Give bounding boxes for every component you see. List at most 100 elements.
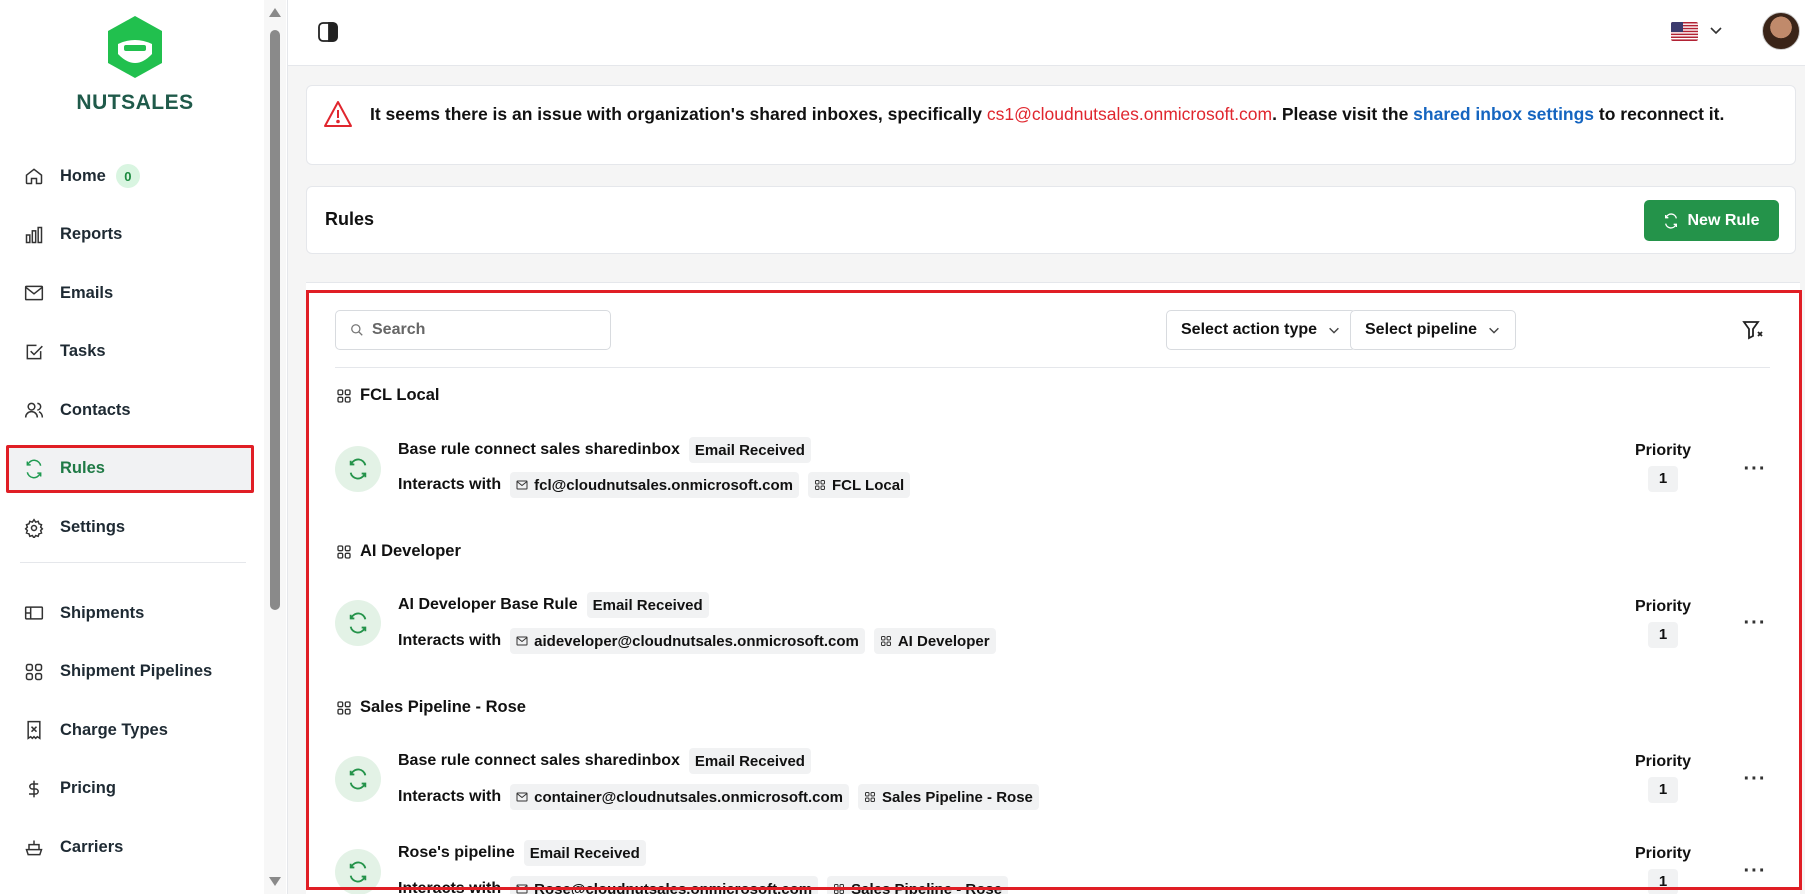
- sidebar-item-label: Carriers: [60, 838, 124, 857]
- sidebar-item-home[interactable]: Home 0: [6, 152, 254, 200]
- refresh-icon: [349, 458, 367, 480]
- priority-label: Priority: [1634, 442, 1691, 459]
- sidebar-item-label: Contacts: [60, 400, 131, 419]
- grid-icon: [337, 700, 351, 715]
- group-title: Sales Pipeline - Rose: [336, 698, 526, 717]
- sidebar-item-contacts[interactable]: Contacts: [6, 386, 254, 434]
- inbox-tag: fcl@cloudnutsales.onmicrosoft.com: [510, 472, 799, 498]
- priority-value: 1: [1648, 869, 1678, 894]
- sidebar-item-pricing[interactable]: Pricing: [6, 765, 254, 813]
- scroll-down-arrow-icon[interactable]: [269, 877, 281, 886]
- clear-filter-icon[interactable]: [1741, 318, 1765, 342]
- group-title: AI Developer: [336, 542, 461, 561]
- interacts-label: Interacts with: [398, 476, 502, 493]
- more-options-icon[interactable]: ···: [1740, 767, 1770, 791]
- priority-block: Priority 1: [1628, 753, 1698, 803]
- rule-title[interactable]: Rose's pipeline Email Received: [398, 840, 646, 866]
- action-type-select[interactable]: Select action type: [1166, 310, 1357, 350]
- sidebar-item-emails[interactable]: Emails: [6, 269, 254, 317]
- group-name: Sales Pipeline - Rose: [360, 698, 526, 716]
- search-icon: [351, 324, 363, 336]
- rule-title[interactable]: Base rule connect sales sharedinbox Emai…: [398, 748, 811, 774]
- priority-block: Priority 1: [1628, 598, 1698, 648]
- grid-icon: [337, 388, 351, 403]
- scrollbar-thumb[interactable]: [270, 30, 280, 610]
- top-bar: [288, 0, 1805, 66]
- logo[interactable]: NUTSALES: [70, 14, 200, 115]
- mail-icon: [516, 884, 528, 894]
- action-type-value: Select action type: [1181, 321, 1318, 338]
- refresh-icon: [349, 861, 367, 883]
- mail-icon: [516, 480, 528, 490]
- chevron-down-icon[interactable]: [1708, 22, 1724, 38]
- alert-message: It seems there is an issue with organiza…: [370, 101, 1770, 128]
- receipt-icon: [22, 718, 46, 742]
- sidebar-item-charge-types[interactable]: Charge Types: [6, 706, 254, 754]
- sidebar-item-label: Emails: [60, 283, 114, 302]
- mail-icon: [22, 281, 46, 305]
- sidebar-item-label: Settings: [60, 518, 126, 537]
- avatar[interactable]: [1762, 12, 1800, 50]
- pipeline-select[interactable]: Select pipeline: [1350, 310, 1517, 350]
- sidebar-toggle-icon[interactable]: [316, 20, 340, 44]
- shared-inbox-settings-link[interactable]: shared inbox settings: [1413, 104, 1594, 124]
- box-icon: [22, 601, 46, 625]
- more-options-icon[interactable]: ···: [1740, 859, 1770, 883]
- priority-value: 1: [1648, 777, 1678, 803]
- search-input[interactable]: [372, 321, 592, 339]
- alert-prefix: It seems there is an issue with organiza…: [370, 104, 987, 124]
- search-field[interactable]: [335, 310, 611, 350]
- sidebar-item-shipment-pipelines[interactable]: Shipment Pipelines: [6, 648, 254, 696]
- inbox-tag: container@cloudnutsales.onmicrosoft.com: [510, 784, 849, 810]
- alert-inbox-email: cs1@cloudnutsales.onmicrosoft.com: [986, 104, 1273, 124]
- nutsales-logo-icon: [108, 16, 162, 78]
- us-flag-icon[interactable]: [1671, 22, 1698, 41]
- rule-interacts: Interacts with container@cloudnutsales.o…: [398, 784, 1039, 810]
- chevron-down-icon: [1329, 327, 1339, 334]
- rule-name: Rose's pipeline: [398, 844, 515, 861]
- scroll-up-arrow-icon[interactable]: [269, 8, 281, 17]
- sidebar-item-carriers[interactable]: Carriers: [6, 824, 254, 872]
- priority-label: Priority: [1634, 845, 1691, 862]
- checkbox-icon: [22, 340, 46, 364]
- grid-icon: [22, 660, 46, 684]
- new-rule-label: New Rule: [1687, 211, 1760, 229]
- grid-icon: [834, 884, 845, 894]
- grid-icon: [864, 792, 875, 802]
- more-options-icon[interactable]: ···: [1740, 611, 1770, 635]
- priority-label: Priority: [1634, 753, 1691, 770]
- rule-sync-icon[interactable]: [335, 600, 381, 646]
- refresh-icon: [22, 457, 46, 481]
- sidebar-item-reports[interactable]: Reports: [6, 211, 254, 259]
- sidebar-item-shipments[interactable]: Shipments: [6, 589, 254, 637]
- mail-icon: [516, 636, 528, 646]
- rule-interacts: Interacts with aideveloper@cloudnutsales…: [398, 628, 996, 654]
- sidebar-item-rules[interactable]: Rules: [6, 444, 254, 493]
- toolbar-divider: [335, 367, 1770, 368]
- sidebar-item-label: Shipments: [60, 603, 145, 622]
- trigger-badge: Email Received: [523, 840, 646, 866]
- dollar-icon: [22, 777, 46, 801]
- refresh-icon: [1665, 212, 1678, 229]
- more-options-icon[interactable]: ···: [1740, 457, 1770, 481]
- pipeline-tag: AI Developer: [873, 628, 996, 654]
- sidebar-item-settings[interactable]: Settings: [6, 504, 254, 552]
- sidebar-item-label: Pricing: [60, 779, 116, 798]
- refresh-icon: [349, 768, 367, 790]
- sidebar-scrollbar[interactable]: [264, 0, 286, 894]
- group-name: FCL Local: [360, 386, 440, 404]
- rule-title[interactable]: AI Developer Base Rule Email Received: [398, 592, 709, 618]
- sidebar-item-tasks[interactable]: Tasks: [6, 328, 254, 376]
- grid-icon: [814, 480, 825, 490]
- alert-suffix: to reconnect it.: [1594, 104, 1725, 124]
- rule-title[interactable]: Base rule connect sales sharedinbox Emai…: [398, 437, 811, 463]
- rule-interacts: Interacts with Rose@cloudnutsales.onmicr…: [398, 876, 1009, 894]
- new-rule-button[interactable]: New Rule: [1644, 200, 1779, 241]
- rule-sync-icon[interactable]: [335, 756, 381, 802]
- priority-label: Priority: [1634, 598, 1691, 615]
- interacts-label: Interacts with: [398, 632, 502, 649]
- rule-sync-icon[interactable]: [335, 849, 381, 894]
- rule-sync-icon[interactable]: [335, 446, 381, 492]
- priority-value: 1: [1648, 622, 1678, 648]
- pipeline-value: Select pipeline: [1365, 321, 1478, 338]
